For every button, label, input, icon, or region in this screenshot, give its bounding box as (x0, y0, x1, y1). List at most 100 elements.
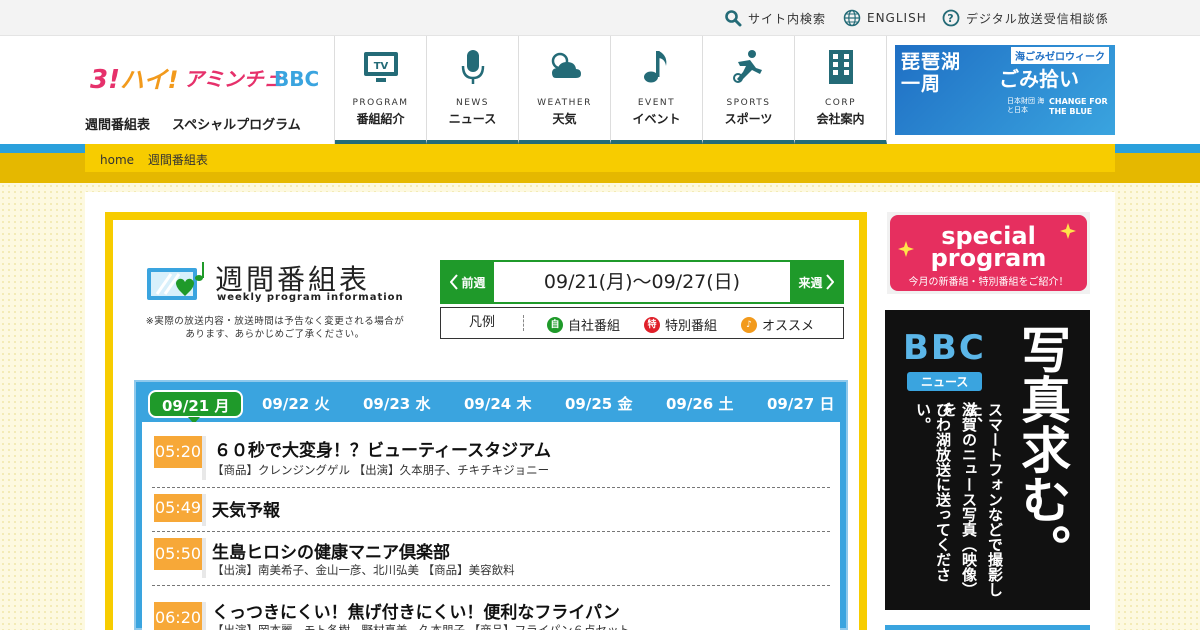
program-divider (202, 494, 206, 526)
chevron-right-icon (825, 274, 834, 290)
program-list: 05:20 ６０秒で大変身！？ビューティースタジアム 【商品】クレンジングゲル … (142, 422, 840, 630)
legend-own-text: 自社番組 (568, 319, 621, 334)
news-label: ニュース (907, 372, 983, 391)
building-icon (829, 50, 853, 84)
legend-divider (523, 315, 524, 331)
english-link[interactable]: ENGLISH (843, 9, 927, 27)
program-desc: 【出演】岡本麗、モト冬樹、野村真美、久本朋子 【商品】フライパン６点セット (212, 623, 630, 630)
nav-sports-en: SPORTS (726, 98, 771, 108)
site-search-label: サイト内検索 (748, 11, 827, 26)
program-divider (202, 538, 206, 578)
program-title[interactable]: 天気予報 (212, 496, 280, 521)
day-tab-mon[interactable]: 09/21 月 (148, 390, 244, 424)
site-logo[interactable]: 3! ハイ! アミンチュ BBC (88, 56, 319, 98)
nav-corp[interactable]: CORP 会社案内 (795, 36, 887, 144)
program-item[interactable]: 05:50 生島ヒロシの健康マニア倶楽部 【出演】南美希子、金山一彦、北川弘美 … (152, 538, 830, 586)
help-label: デジタル放送受信相談係 (966, 11, 1109, 26)
legend-item-recommend: ♪ オススメ (741, 315, 814, 334)
site-search-link[interactable]: サイト内検索 (724, 9, 826, 27)
legend-recommend-text: オススメ (762, 319, 815, 334)
header-link-special[interactable]: スペシャルプログラム (172, 114, 301, 133)
own-program-icon: 自 (547, 316, 563, 333)
day-tab-sat[interactable]: 09/26 土 (666, 390, 733, 418)
breadcrumb-current: 週間番組表 (147, 153, 208, 167)
week-range: 09/21(月)～09/27(日) (543, 271, 741, 293)
legend-special-text: 特別番組 (665, 319, 718, 334)
prev-week-label: 前週 (461, 275, 486, 290)
nav-corp-jp: 会社案内 (816, 112, 865, 126)
special-program-card: special program 今月の新番組・特別番組をご紹介！ (890, 215, 1087, 291)
nav-weather[interactable]: WEATHER 天気 (519, 36, 611, 144)
day-tab-wed[interactable]: 09/23 水 (363, 390, 430, 418)
nav-program-jp: 番組紹介 (356, 112, 405, 126)
program-desc: 【出演】南美希子、金山一彦、北川弘美 【商品】美容飲料 (212, 563, 515, 577)
legend-item-special: 特 特別番組 (644, 315, 717, 334)
sparkle-icon (1060, 223, 1076, 239)
banner-org: 日本財団 海と日本 (1007, 97, 1045, 114)
nav-event-jp: イベント (632, 112, 681, 126)
sidebar-next-banner[interactable] (885, 625, 1090, 630)
nav-weather-en: WEATHER (537, 98, 592, 108)
program-time: 06:20 (154, 602, 202, 630)
biwako-cleanup-banner[interactable]: 琵琶湖一周 海ごみゼロウィーク ごみ拾い 日本財団 海と日本 CHANGE FO… (895, 45, 1115, 135)
nav-program[interactable]: TV PROGRAM 番組紹介 (335, 36, 427, 144)
program-title[interactable]: 生島ヒロシの健康マニア倶楽部 (212, 538, 450, 563)
schedule-note: ※実際の放送内容・放送時間は予告なく変更される場合があります、あらかじめご了承く… (145, 316, 405, 340)
tv-heart-icon (147, 262, 204, 300)
next-week-label: 来週 (798, 275, 823, 290)
nav-news[interactable]: NEWS ニュース (427, 36, 519, 144)
weather-icon (551, 52, 581, 78)
banner-sub: ごみ拾い (999, 67, 1079, 91)
program-title[interactable]: ６０秒で大変身！？ビューティースタジアム (214, 436, 551, 461)
legend: 凡例 自 自社番組 特 特別番組 ♪ オススメ (440, 307, 844, 339)
program-title[interactable]: くっつきにくい！焦げ付きにくい！便利なフライパン (212, 598, 620, 623)
nav-corp-en: CORP (824, 98, 857, 108)
chevron-left-icon (450, 274, 459, 290)
nav-news-jp: ニュース (448, 112, 497, 126)
program-desc: 【商品】クレンジングゲル 【出演】久本朋子、チキチキジョニー (212, 463, 550, 477)
program-divider (202, 436, 206, 480)
day-tab-fri[interactable]: 09/25 金 (565, 390, 632, 418)
day-tab-tue[interactable]: 09/22 火 (262, 390, 329, 418)
prev-week-button[interactable]: 前週 (442, 262, 494, 302)
program-time: 05:49 (154, 494, 202, 522)
program-item[interactable]: 06:20 くっつきにくい！焦げ付きにくい！便利なフライパン 【出演】岡本麗、モ… (152, 596, 830, 630)
program-time: 05:20 (154, 436, 202, 468)
question-icon: ? (942, 9, 960, 27)
day-tab-thu[interactable]: 09/24 木 (464, 390, 531, 418)
special-program-banner[interactable]: special program 今月の新番組・特別番組をご紹介！ (887, 212, 1090, 294)
help-link[interactable]: ? デジタル放送受信相談係 (942, 9, 1109, 27)
nav-event[interactable]: EVENT イベント (611, 36, 703, 144)
tv-icon: TV (364, 52, 398, 82)
legend-item-own: 自 自社番組 (547, 315, 620, 334)
svg-text:BBC: BBC (274, 67, 318, 91)
page-subtitle: weekly program information (217, 292, 404, 303)
svg-text:TV: TV (374, 61, 389, 72)
day-tab-sun[interactable]: 09/27 日 (767, 390, 834, 418)
nav-program-en: PROGRAM (352, 98, 409, 108)
header-link-weekly[interactable]: 週間番組表 (85, 114, 150, 133)
english-label: ENGLISH (867, 11, 927, 25)
recommend-icon: ♪ (741, 316, 757, 333)
photo-request-headline: 写真求む。 (1013, 324, 1071, 574)
music-note-icon (644, 51, 667, 83)
nav-weather-jp: 天気 (552, 112, 577, 126)
svg-text:3!: 3! (90, 65, 120, 95)
nav-sports[interactable]: SPORTS スポーツ (703, 36, 795, 144)
sports-icon (733, 50, 762, 83)
legend-label: 凡例 (468, 315, 495, 330)
globe-icon (843, 9, 861, 27)
program-item[interactable]: 05:49 天気予報 (152, 492, 830, 532)
special-sub: 今月の新番組・特別番組をご紹介！ (908, 277, 1069, 288)
program-item[interactable]: 05:20 ６０秒で大変身！？ビューティースタジアム 【商品】クレンジングゲル … (152, 436, 830, 488)
special-title-2: program (930, 244, 1047, 272)
week-navigator: 前週 09/21(月)～09/27(日) 来週 (440, 260, 844, 304)
breadcrumb-home[interactable]: home (100, 153, 134, 167)
photo-request-banner[interactable]: BBC ニュース 写真求む。 スマートフォンなどで撮影した、 滋賀のニュース写真… (885, 310, 1090, 610)
site-header: 3! ハイ! アミンチュ BBC 週間番組表 スペシャルプログラム TV PRO… (0, 36, 1200, 144)
next-week-button[interactable]: 来週 (790, 262, 842, 302)
microphone-icon (461, 50, 485, 84)
global-nav: TV PROGRAM 番組紹介 NEWS ニュース WEATHER 天気 EVE… (334, 36, 887, 144)
program-time: 05:50 (154, 538, 202, 570)
nav-sports-jp: スポーツ (724, 112, 773, 126)
